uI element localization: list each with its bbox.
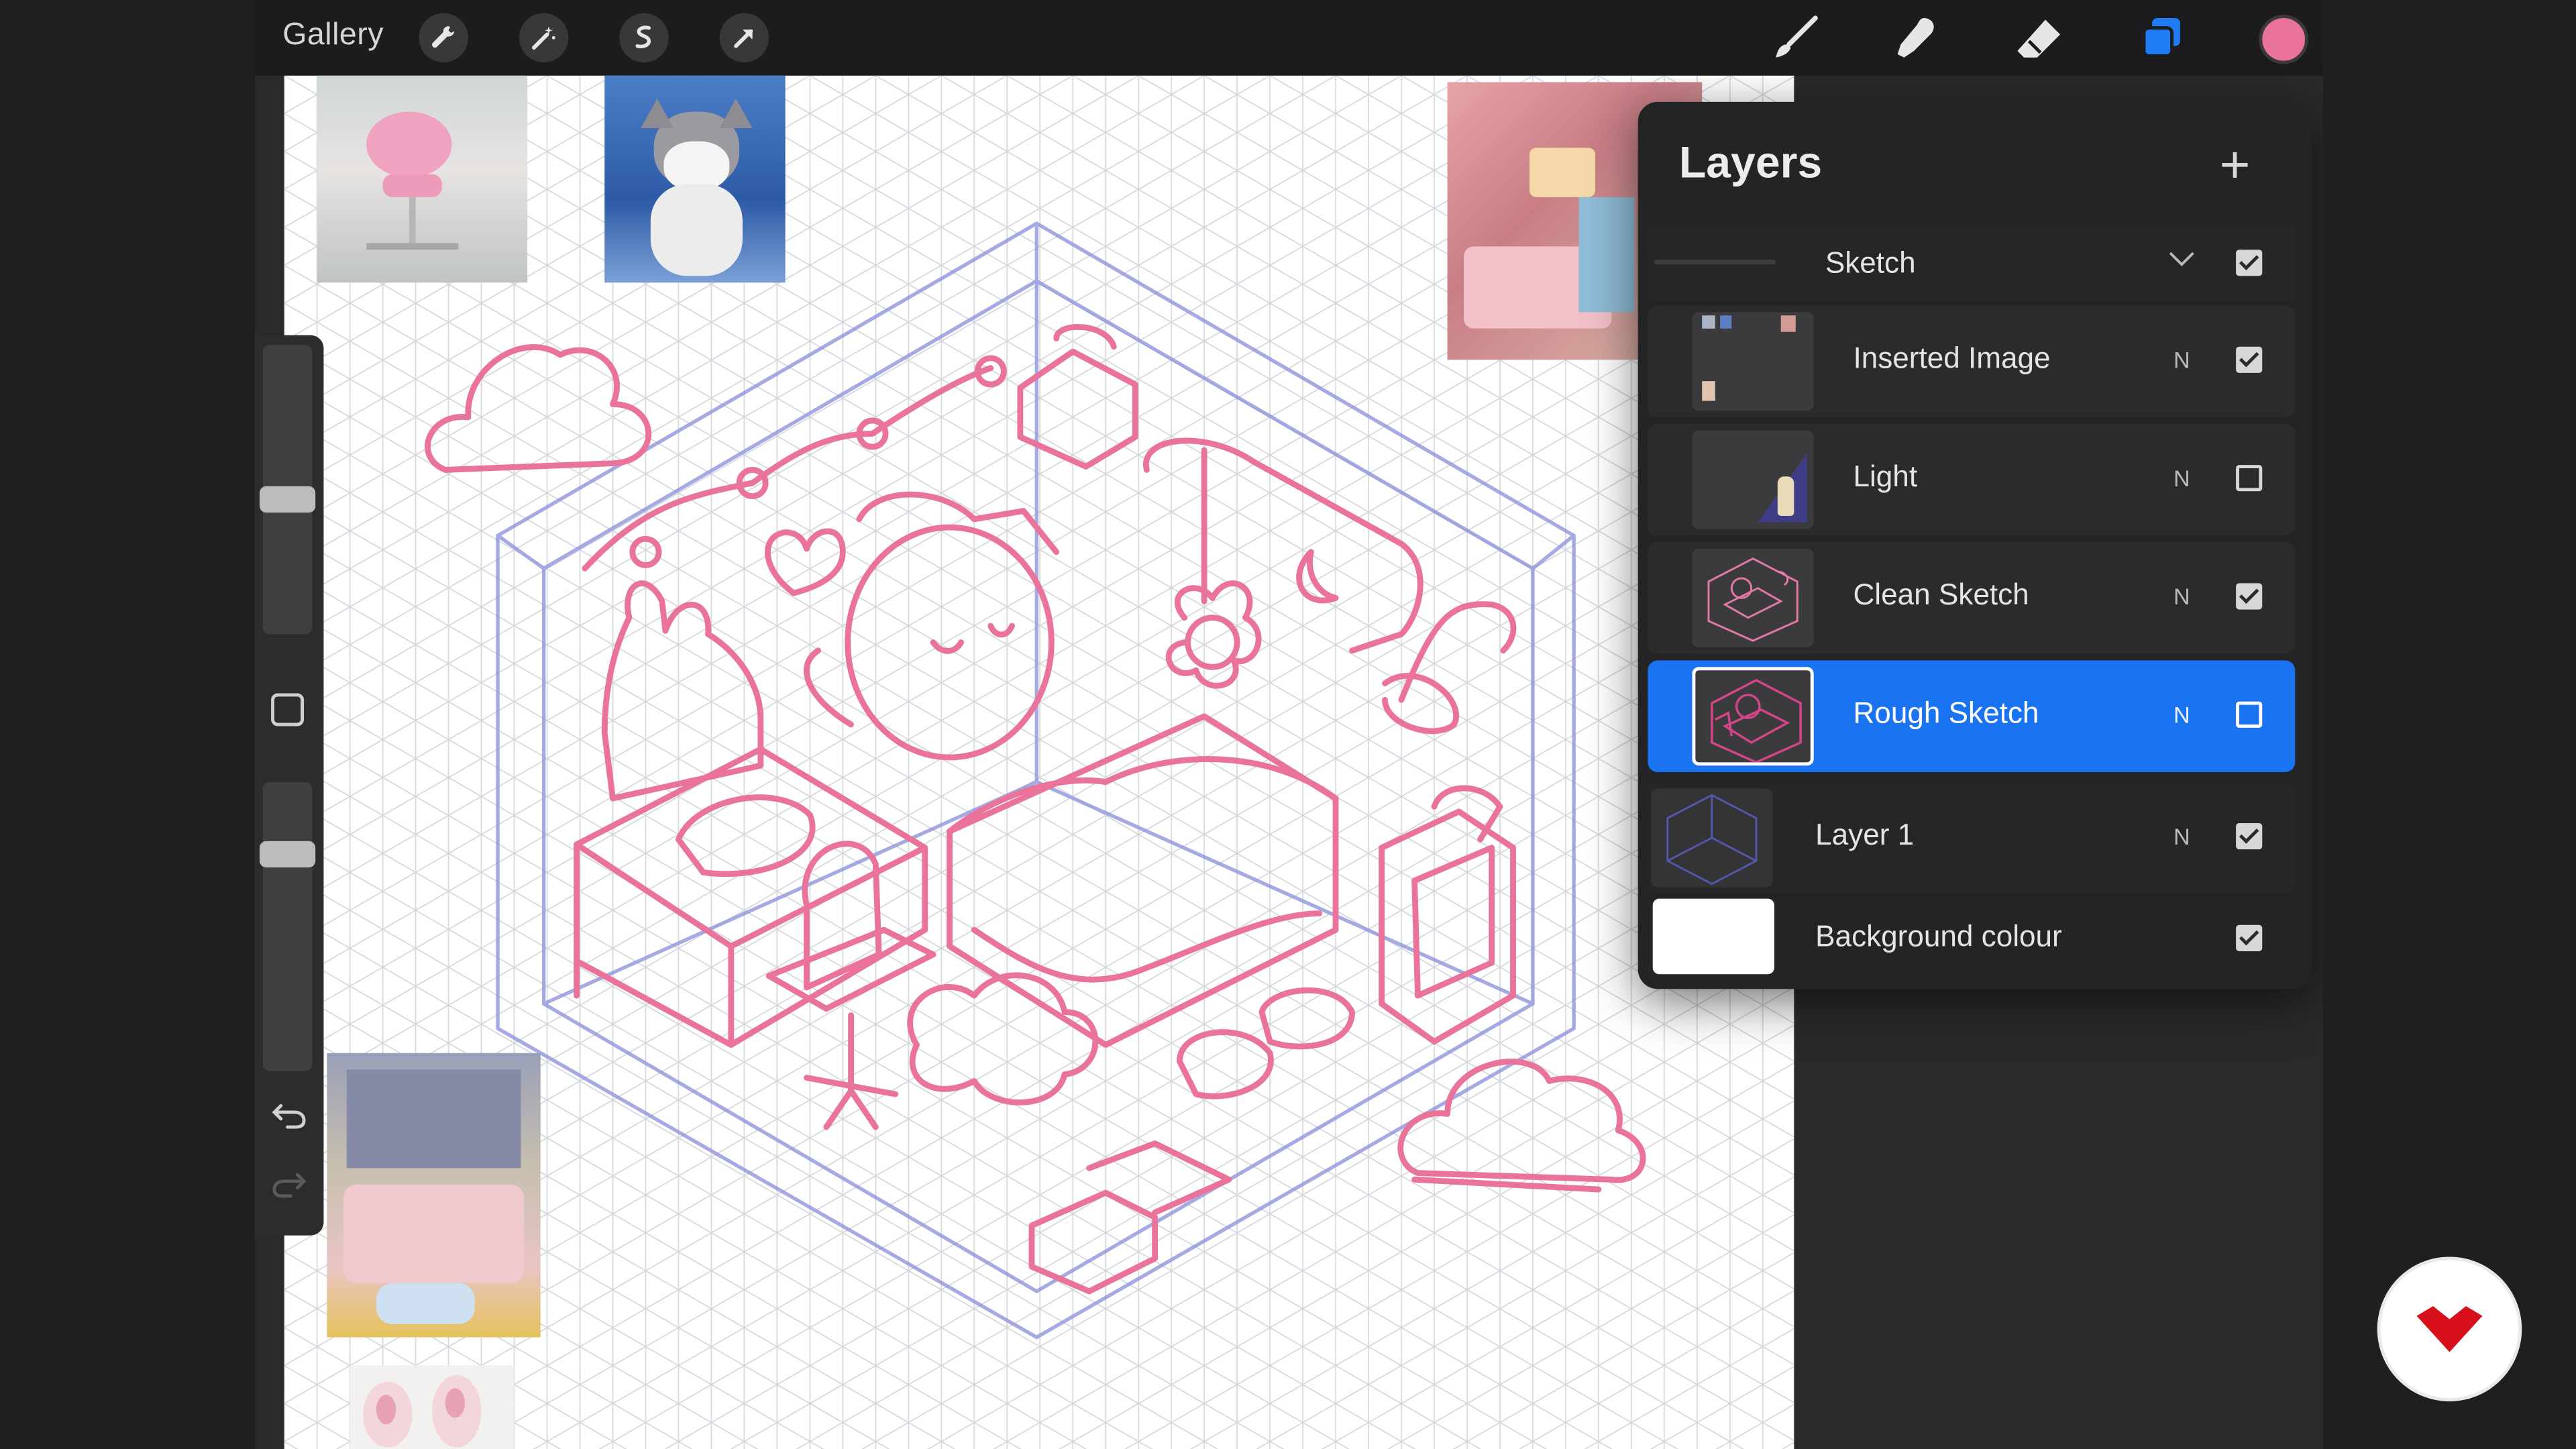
gallery-button[interactable]: Gallery: [282, 18, 384, 54]
layers-panel: Layers + Sketch Inserted Image N Light N…: [1638, 101, 2312, 989]
opacity-handle[interactable]: [259, 841, 316, 868]
layer-group-name: Sketch: [1825, 246, 1916, 280]
layers-icon[interactable]: [2136, 13, 2188, 62]
layer-name: Inserted Image: [1853, 341, 2051, 375]
procreate-app: Gallery Layers + Sketch Inserted Image N…: [254, 0, 2323, 1449]
layer-row-background-colour[interactable]: Background colour: [1648, 894, 2296, 983]
blend-mode[interactable]: N: [2174, 702, 2190, 728]
layer-thumbnail: [1692, 548, 1814, 647]
layer-row-rough-sketch[interactable]: Rough Sketch N: [1648, 660, 2296, 773]
left-letterbox: [0, 0, 255, 1449]
pink-chair-photo[interactable]: [317, 75, 528, 283]
group-thumbnail: [1654, 259, 1776, 265]
magic-wand-icon[interactable]: [519, 13, 569, 63]
layer-row-inserted-image[interactable]: Inserted Image N: [1648, 305, 2296, 418]
eraser-icon[interactable]: [2012, 13, 2065, 62]
layer-name: Rough Sketch: [1853, 696, 2039, 730]
layer-visibility-checkbox[interactable]: [2236, 701, 2263, 728]
slippers-photo[interactable]: [350, 1365, 515, 1449]
background-colour-swatch[interactable]: [1652, 898, 1774, 975]
layer-row-clean-sketch[interactable]: Clean Sketch N: [1648, 542, 2296, 654]
layer-name: Light: [1853, 460, 1918, 493]
domestika-logo-icon: [2380, 1260, 2519, 1399]
brush-size-handle[interactable]: [259, 486, 316, 513]
undo-icon[interactable]: [271, 1101, 307, 1140]
selection-icon[interactable]: [619, 13, 669, 63]
layer-group-sketch[interactable]: Sketch: [1648, 223, 2296, 303]
smudge-icon[interactable]: [1889, 13, 1941, 62]
chevron-down-icon[interactable]: [2167, 243, 2196, 277]
blend-mode[interactable]: N: [2174, 465, 2190, 491]
top-toolbar: Gallery: [254, 0, 2323, 76]
color-swatch-button[interactable]: [2259, 15, 2308, 64]
layer-row-layer-1[interactable]: Layer 1 N: [1648, 782, 2296, 894]
drawing-canvas[interactable]: [284, 75, 1794, 1449]
sidebar: [254, 335, 324, 1236]
layer-visibility-checkbox[interactable]: [2236, 465, 2263, 492]
layer-name: Clean Sketch: [1853, 578, 2029, 612]
opacity-slider[interactable]: [262, 782, 313, 1071]
wrench-icon[interactable]: [419, 13, 468, 63]
layer-thumbnail: [1692, 430, 1814, 529]
blend-mode[interactable]: N: [2174, 823, 2190, 849]
layer-visibility-checkbox[interactable]: [2236, 346, 2263, 373]
cat-photo[interactable]: [604, 75, 786, 283]
layer-name: Background colour: [1815, 920, 2062, 953]
redo-icon[interactable]: [271, 1170, 307, 1210]
layer-thumbnail: [1651, 788, 1773, 888]
right-letterbox: [2322, 0, 2576, 1449]
square-modifier-icon[interactable]: [271, 693, 305, 727]
layers-title: Layers: [1678, 138, 1823, 188]
layer-visibility-checkbox[interactable]: [2236, 822, 2263, 850]
layer-thumbnail: [1692, 667, 1814, 766]
layer-row-light[interactable]: Light N: [1648, 423, 2296, 536]
brush-icon[interactable]: [1770, 13, 1822, 62]
bedroom-photo[interactable]: [327, 1053, 541, 1338]
layer-visibility-checkbox[interactable]: [2236, 583, 2263, 610]
layer-visibility-checkbox[interactable]: [2236, 924, 2263, 951]
transform-arrow-icon[interactable]: [719, 13, 769, 63]
plus-icon[interactable]: +: [2220, 138, 2251, 191]
blend-mode[interactable]: N: [2174, 583, 2190, 609]
blend-mode[interactable]: N: [2174, 347, 2190, 373]
layer-name: Layer 1: [1815, 818, 1915, 851]
layer-thumbnail: [1692, 312, 1814, 411]
group-visibility-checkbox[interactable]: [2236, 250, 2263, 276]
